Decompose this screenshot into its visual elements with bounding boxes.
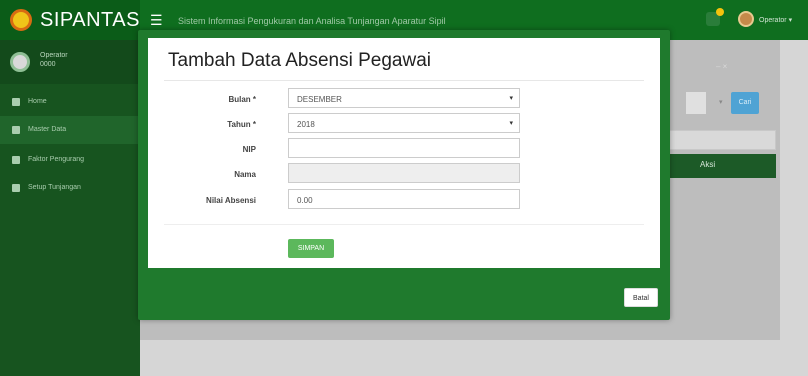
app-subtitle: Sistem Informasi Pengukuran dan Analisa … — [178, 16, 446, 26]
sidebar: Operator 0000 Home Master Data Faktor Pe… — [0, 40, 140, 376]
bulan-value: DESEMBER — [297, 95, 342, 104]
sidebar-item-label: Master Data — [28, 126, 67, 133]
sidebar-user-code: 0000 — [40, 61, 56, 68]
panel-tools[interactable]: – × — [716, 62, 727, 71]
brand[interactable]: SIPANTAS — [0, 0, 140, 40]
title-divider — [164, 80, 644, 81]
sidebar-user-name: Operator — [40, 52, 68, 59]
table-search-input[interactable] — [666, 130, 776, 150]
nilai-absensi-input[interactable]: 0.00 — [288, 189, 520, 209]
form-divider — [164, 224, 644, 225]
file-icon — [12, 156, 20, 164]
sidebar-item-label: Faktor Pengurang — [28, 156, 85, 163]
nip-input[interactable] — [288, 138, 520, 158]
menu-toggle-icon[interactable]: ☰ — [150, 13, 163, 27]
nama-input-readonly — [288, 163, 520, 183]
tahun-value: 2018 — [297, 120, 315, 129]
column-header-aksi: Aksi — [700, 160, 716, 169]
sidebar-avatar — [10, 52, 30, 72]
table-header — [666, 154, 776, 178]
search-button[interactable]: Cari — [731, 92, 759, 114]
tahun-select[interactable]: 2018 ▾ — [288, 113, 520, 133]
brand-name: SIPANTAS — [40, 9, 140, 31]
user-avatar[interactable] — [738, 11, 754, 27]
filter-select[interactable] — [686, 92, 706, 114]
add-attendance-modal: Tambah Data Absensi Pegawai Bulan * DESE… — [138, 30, 670, 320]
notification-badge — [716, 8, 724, 16]
nip-label: NIP — [242, 145, 256, 154]
modal-body: Tambah Data Absensi Pegawai Bulan * DESE… — [148, 38, 660, 268]
chevron-down-icon: ▾ — [509, 120, 513, 127]
users-icon — [12, 126, 20, 134]
nilai-absensi-value: 0.00 — [297, 196, 313, 205]
home-icon — [12, 98, 20, 106]
nama-label: Nama — [234, 170, 256, 179]
tahun-label: Tahun * — [227, 120, 256, 129]
sidebar-user-panel: Operator 0000 — [0, 40, 140, 84]
chevron-down-icon: ▾ — [719, 99, 723, 106]
chevron-down-icon: ▾ — [509, 95, 513, 102]
file-icon — [12, 184, 20, 192]
user-menu[interactable]: Operator ▾ — [759, 16, 792, 24]
sidebar-item-faktor-pengurang[interactable]: Faktor Pengurang — [0, 146, 140, 174]
cancel-button[interactable]: Batal — [624, 288, 658, 307]
save-button[interactable]: SIMPAN — [288, 239, 334, 258]
logo-icon — [10, 9, 32, 31]
sidebar-item-label: Setup Tunjangan — [28, 184, 81, 191]
nilai-absensi-label: Nilai Absensi — [206, 196, 256, 205]
bulan-select[interactable]: DESEMBER ▾ — [288, 88, 520, 108]
sidebar-item-master-data[interactable]: Master Data — [0, 116, 140, 144]
sidebar-item-setup-tunjangan[interactable]: Setup Tunjangan — [0, 174, 140, 202]
sidebar-item-home[interactable]: Home — [0, 88, 140, 116]
bulan-label: Bulan * — [228, 95, 256, 104]
modal-title: Tambah Data Absensi Pegawai — [168, 50, 431, 71]
sidebar-item-label: Home — [28, 98, 47, 105]
